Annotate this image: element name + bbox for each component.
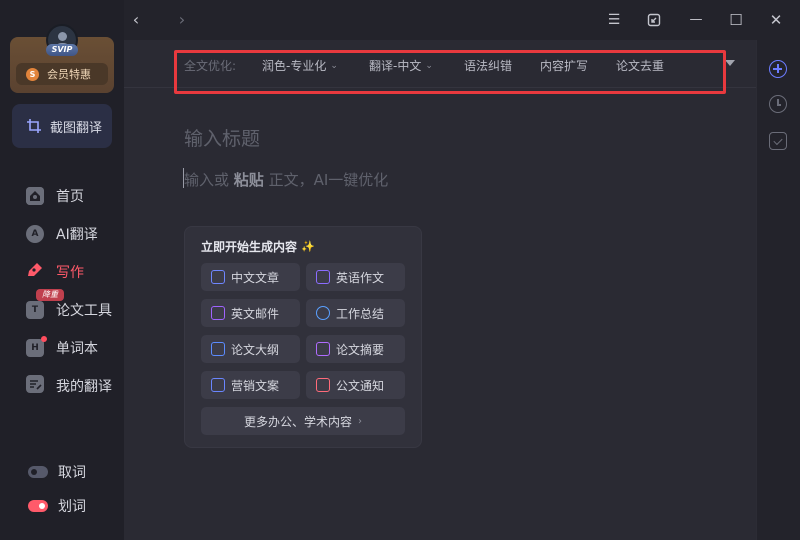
marketing-icon [211, 378, 225, 392]
more-content-label: 更多办公、学术内容 [243, 414, 352, 429]
marketing-copy-button[interactable]: 营销文案 [201, 371, 300, 399]
member-offer-button[interactable]: S 会员特惠 [16, 63, 108, 85]
email-icon [211, 306, 225, 320]
generate-title: 立即开始生成内容 ✨ [201, 238, 315, 255]
menu-icon[interactable]: ☰ [604, 10, 624, 30]
gen-button-label: 论文摘要 [336, 342, 385, 357]
sparkle-icon: ✨ [301, 240, 315, 253]
english-essay-button[interactable]: 英语作文 [306, 263, 405, 291]
ai-icon: A [26, 225, 44, 243]
back-icon[interactable]: ‹ [126, 10, 146, 30]
sidebar-item-label: AI翻译 [56, 227, 98, 243]
notification-dot [41, 336, 47, 342]
outline-icon [211, 342, 225, 356]
work-summary-button[interactable]: 工作总结 [306, 299, 405, 327]
history-icon[interactable] [769, 95, 787, 113]
body-input[interactable]: 输入或 粘贴 正文，AI一键优化 [184, 169, 388, 190]
list-icon [26, 375, 44, 397]
minimize-icon[interactable]: — [686, 10, 706, 30]
writing-editor: 全文优化: 润色-专业化 ⌄ 翻译-中文 ⌄ 语法纠错 内容扩写 论文去重 输入… [124, 40, 756, 540]
paper-icon: T [26, 301, 44, 319]
generate-card: 立即开始生成内容 ✨ 中文文章 英语作文 英文邮件 工作总结 论文大纲 论文摘要 [184, 226, 422, 448]
more-content-button[interactable]: 更多办公、学术内容 › [201, 407, 405, 435]
sidebar: SVIP S 会员特惠 截图翻译 首页 A AI翻译 写作 降重 T 论文工具 … [0, 0, 124, 540]
avatar-head [58, 32, 67, 41]
word-pick-toggle[interactable] [28, 466, 48, 478]
member-offer-label: 会员特惠 [47, 68, 91, 81]
screenshot-translate-label: 截图翻译 [50, 120, 103, 136]
english-email-button[interactable]: 英文邮件 [201, 299, 300, 327]
document-check-icon[interactable] [769, 132, 787, 150]
toolbar-more-icon[interactable] [725, 60, 735, 66]
sidebar-item-paper-tools[interactable]: T 论文工具 [26, 298, 112, 322]
sidebar-item-vocab[interactable]: H 单词本 [26, 336, 98, 360]
title-bar: ‹ › ☰ — ☐ ✕ [124, 0, 800, 40]
chevron-right-icon: › [358, 415, 362, 427]
book-icon: H [26, 339, 44, 357]
chinese-article-button[interactable]: 中文文章 [201, 263, 300, 291]
close-icon[interactable]: ✕ [766, 10, 786, 30]
body-placeholder-part-2: 正文，AI一键优化 [263, 171, 389, 189]
gen-button-label: 工作总结 [336, 306, 385, 321]
right-rail [756, 40, 800, 540]
sidebar-item-label: 写作 [56, 265, 84, 281]
screenshot-translate-button[interactable]: 截图翻译 [12, 104, 112, 148]
summary-icon [316, 306, 330, 320]
paper-abstract-button[interactable]: 论文摘要 [306, 335, 405, 363]
sidebar-item-my-translations[interactable]: 我的翻译 [26, 374, 112, 398]
title-input[interactable]: 输入标题 [184, 124, 260, 151]
generate-title-text: 立即开始生成内容 [201, 240, 298, 254]
word-pick-toggle-row[interactable]: 取词 [28, 462, 86, 482]
new-document-icon[interactable] [769, 60, 787, 78]
select-translate-toggle-row[interactable]: 划词 [28, 496, 86, 516]
home-icon [26, 187, 44, 205]
highlight-box [174, 50, 726, 94]
official-notice-button[interactable]: 公文通知 [306, 371, 405, 399]
gen-button-label: 中文文章 [231, 270, 280, 285]
forward-icon[interactable]: › [172, 10, 192, 30]
gen-button-label: 营销文案 [231, 378, 280, 393]
abstract-icon [316, 342, 330, 356]
sidebar-item-label: 论文工具 [56, 303, 112, 319]
gen-button-label: 英文邮件 [231, 306, 280, 321]
notice-icon [316, 378, 330, 392]
article-icon [211, 270, 225, 284]
paper-outline-button[interactable]: 论文大纲 [201, 335, 300, 363]
sidebar-item-ai-translate[interactable]: A AI翻译 [26, 222, 98, 246]
coin-icon: S [26, 67, 39, 81]
word-pick-label: 取词 [58, 465, 86, 481]
gen-button-label: 论文大纲 [231, 342, 280, 357]
sidebar-item-home[interactable]: 首页 [26, 184, 84, 208]
essay-icon [316, 270, 330, 284]
gen-button-label: 英语作文 [336, 270, 385, 285]
maximize-icon[interactable]: ☐ [726, 10, 746, 30]
sidebar-item-label: 首页 [56, 189, 84, 205]
sidebar-item-label: 我的翻译 [56, 379, 112, 395]
select-translate-toggle[interactable] [28, 500, 48, 512]
gen-button-label: 公文通知 [336, 378, 385, 393]
sidebar-item-label: 单词本 [56, 341, 98, 357]
sidebar-item-write[interactable]: 写作 [26, 260, 84, 284]
body-placeholder-bold: 粘贴 [233, 171, 264, 189]
crop-icon [27, 119, 41, 133]
svip-badge: SVIP [46, 44, 78, 56]
select-translate-label: 划词 [58, 499, 86, 515]
pin-window-icon[interactable] [644, 10, 664, 30]
pen-icon [26, 261, 44, 283]
body-placeholder-part-1: 输入或 [184, 171, 234, 189]
